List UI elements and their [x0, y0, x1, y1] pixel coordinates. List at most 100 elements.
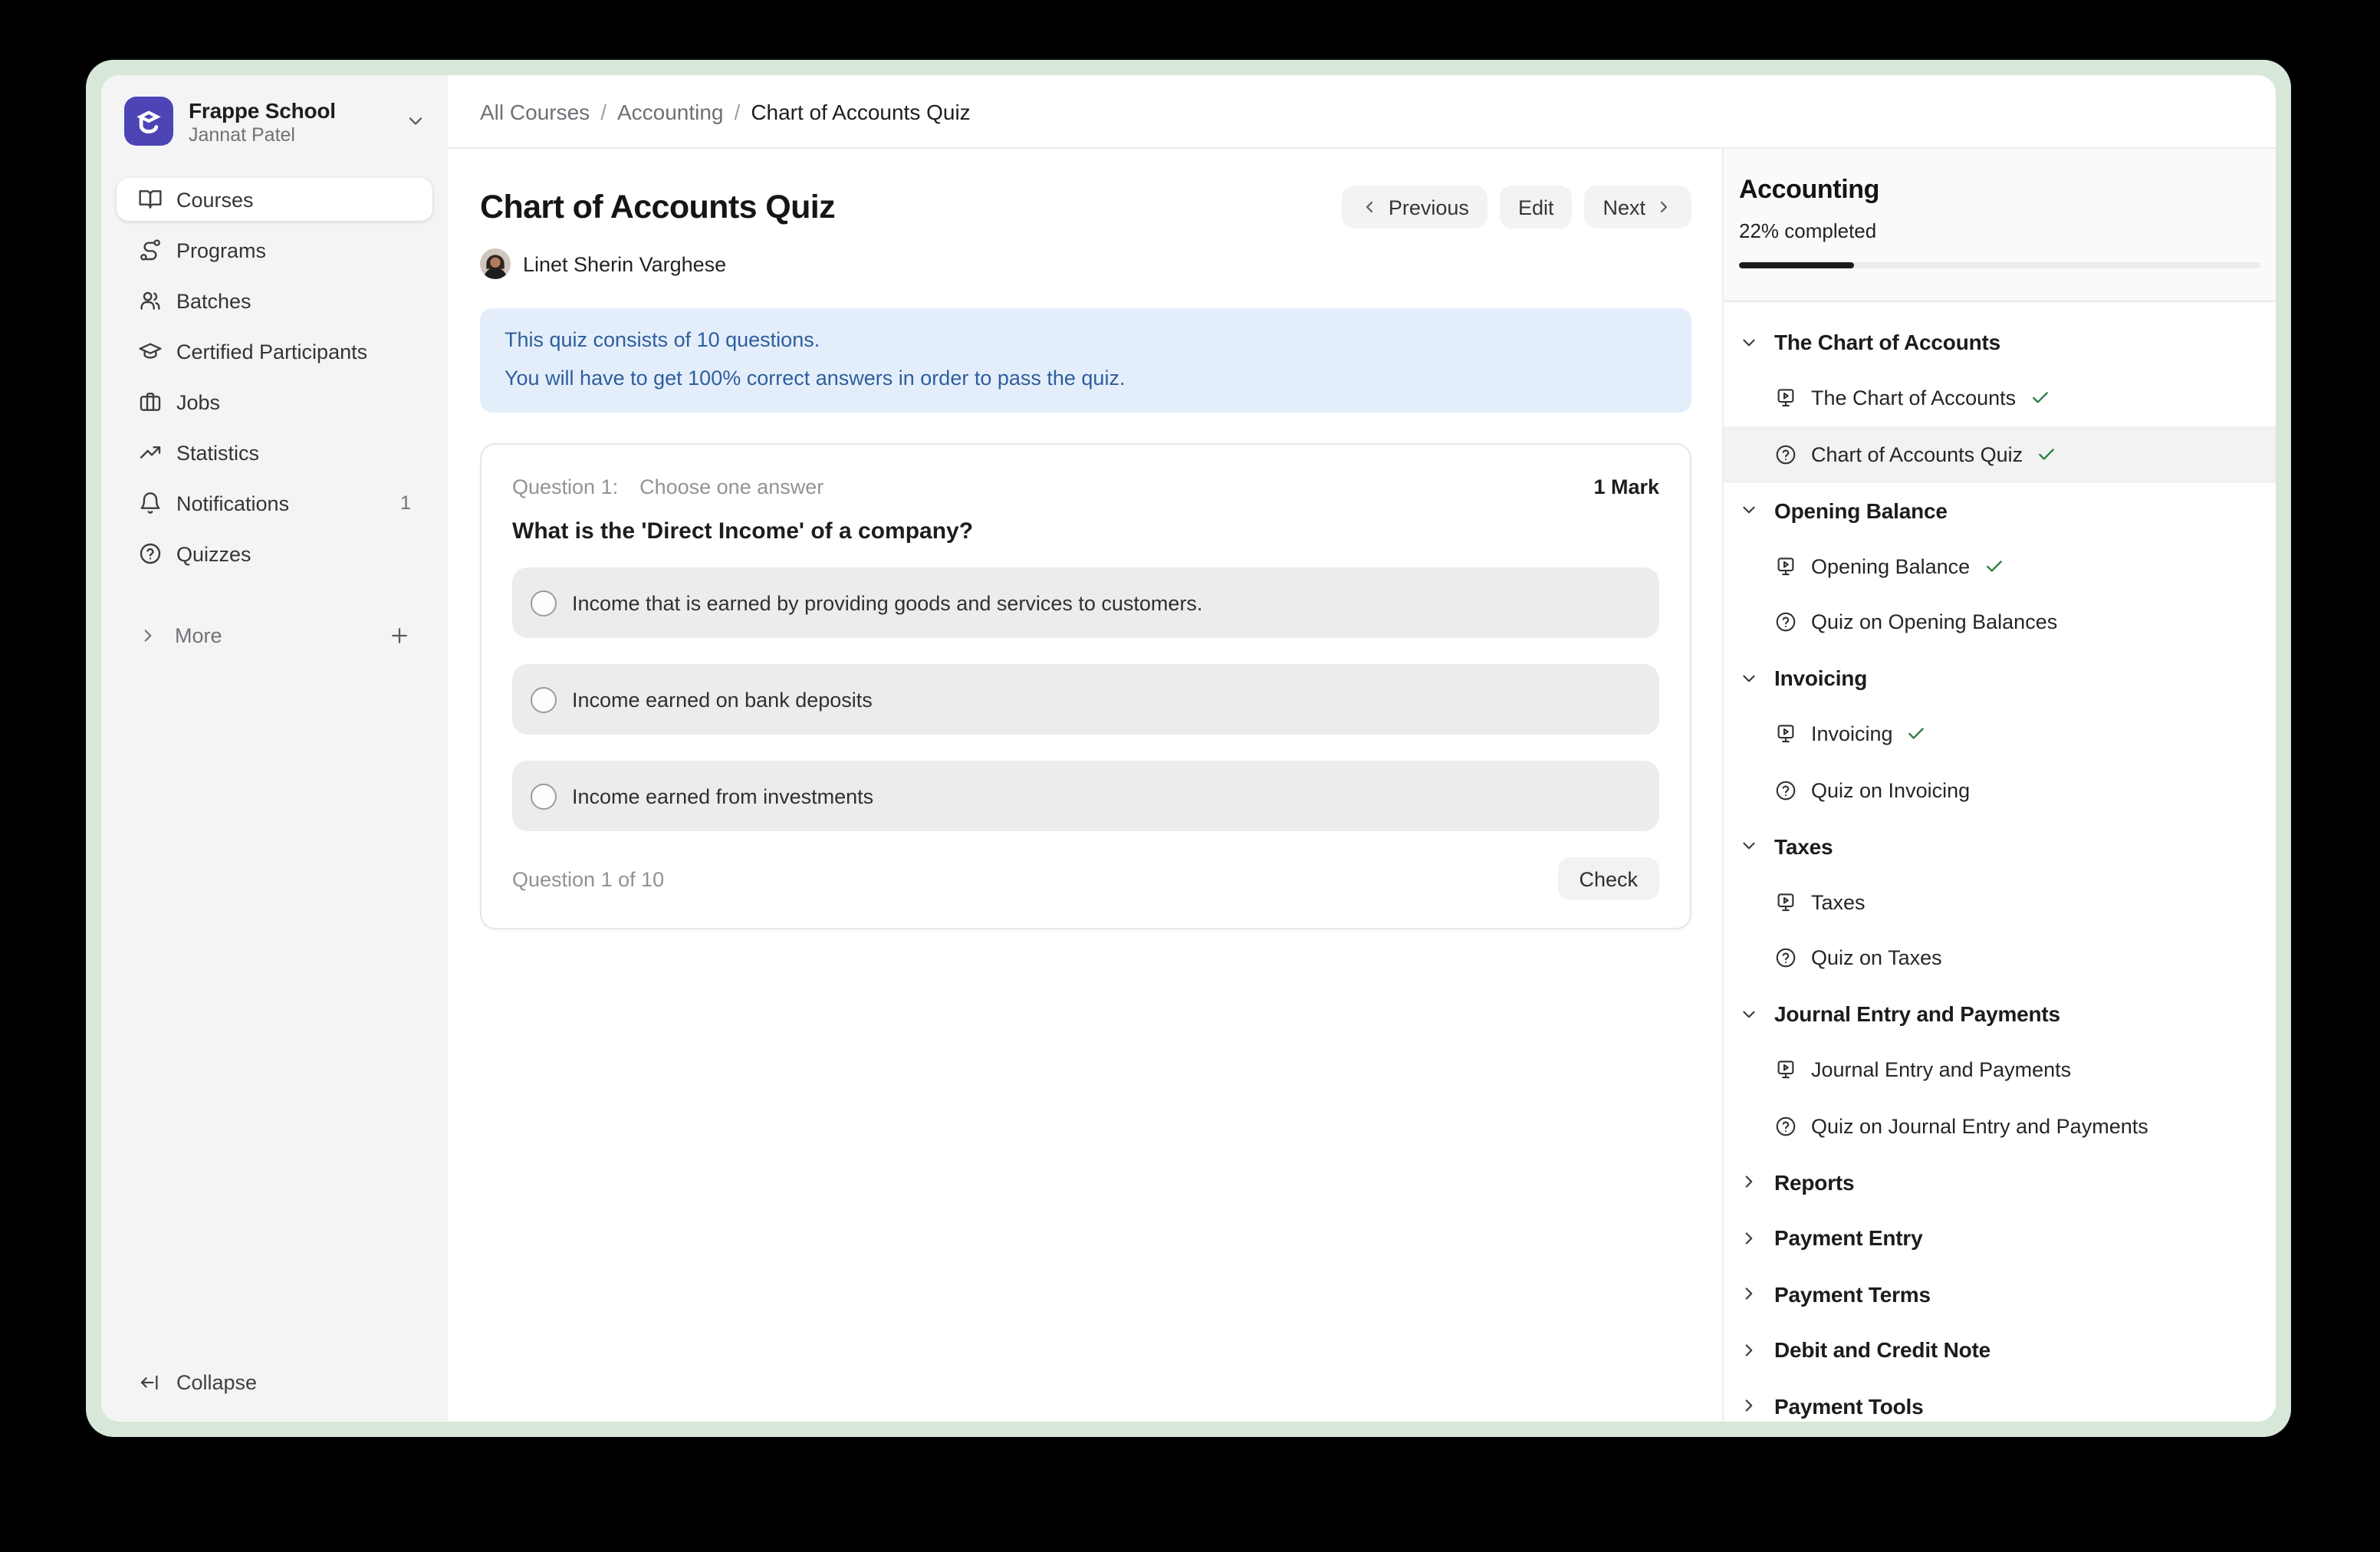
chevron-down-icon[interactable] — [405, 110, 426, 132]
sidebar-item-batches[interactable]: Batches — [117, 279, 432, 322]
outline-lesson[interactable]: Taxes — [1724, 874, 2276, 930]
course-title: Accounting — [1739, 175, 2260, 206]
answer-option-3[interactable]: Income earned from investments — [512, 761, 1659, 831]
sidebar-item-notifications[interactable]: Notifications 1 — [117, 482, 432, 524]
workspace-switcher[interactable]: Frappe School Jannat Patel — [101, 75, 448, 146]
sidebar-collapse[interactable]: Collapse — [101, 1371, 448, 1422]
question-marks: 1 Mark — [1593, 475, 1659, 498]
author-avatar — [480, 248, 511, 279]
graduation-cap-icon — [138, 339, 163, 363]
check-button[interactable]: Check — [1557, 857, 1659, 900]
edit-button[interactable]: Edit — [1500, 186, 1573, 229]
outline-lesson[interactable]: Opening Balance — [1724, 538, 2276, 594]
course-outline-header: Accounting 22% completed — [1724, 149, 2276, 302]
outline-section-payment-terms[interactable]: Payment Terms — [1724, 1266, 2276, 1322]
book-open-icon — [138, 187, 163, 212]
help-circle-icon — [138, 541, 163, 566]
plus-icon[interactable] — [388, 623, 411, 646]
screen: Frappe School Jannat Patel Courses Pro — [0, 0, 2380, 1552]
breadcrumb-current: Chart of Accounts Quiz — [751, 99, 970, 123]
outline-item-label: Quiz on Taxes — [1811, 947, 1942, 970]
breadcrumb-accounting[interactable]: Accounting — [617, 99, 724, 123]
answer-options: Income that is earned by providing goods… — [512, 567, 1659, 831]
outline-lesson[interactable]: Journal Entry and Payments — [1724, 1042, 2276, 1098]
quiz-icon — [1774, 779, 1797, 802]
chevron-right-icon — [1739, 1340, 1759, 1360]
edit-button-label: Edit — [1518, 196, 1554, 219]
chevron-down-icon — [1739, 669, 1759, 689]
outline-item-label: The Chart of Accounts — [1811, 387, 2016, 410]
frappe-school-logo — [124, 97, 173, 146]
radio-button[interactable] — [531, 783, 557, 809]
outline-quiz-current[interactable]: Chart of Accounts Quiz — [1724, 426, 2276, 482]
breadcrumb: All Courses / Accounting / Chart of Acco… — [448, 75, 2276, 149]
course-outline-list: The Chart of Accounts The Chart of Accou… — [1724, 302, 2276, 1422]
chevron-down-icon — [1739, 333, 1759, 353]
content-area: All Courses / Accounting / Chart of Acco… — [448, 75, 2276, 1422]
outline-section-invoicing[interactable]: Invoicing — [1724, 650, 2276, 706]
quiz-icon — [1774, 1115, 1797, 1138]
quiz-notice: This quiz consists of 10 questions. You … — [480, 308, 1691, 413]
outline-section-title: Payment Entry — [1774, 1226, 1922, 1251]
outline-lesson[interactable]: The Chart of Accounts — [1724, 370, 2276, 426]
sidebar-item-jobs[interactable]: Jobs — [117, 380, 432, 423]
outline-section-title: Journal Entry and Payments — [1774, 1002, 2060, 1027]
sidebar-item-label: Batches — [176, 289, 251, 312]
outline-section-debit-credit-note[interactable]: Debit and Credit Note — [1724, 1322, 2276, 1378]
chevron-right-icon — [1739, 1284, 1759, 1304]
chevron-down-icon — [1739, 501, 1759, 521]
question-progress: Question 1 of 10 — [512, 867, 664, 890]
outline-quiz[interactable]: Quiz on Taxes — [1724, 930, 2276, 986]
sidebar-item-courses[interactable]: Courses — [117, 178, 432, 221]
sidebar-item-label: Certified Participants — [176, 340, 367, 363]
chevron-down-icon — [1739, 837, 1759, 857]
next-button[interactable]: Next — [1584, 186, 1691, 229]
progress-fill — [1739, 262, 1854, 268]
outline-section-opening-balance[interactable]: Opening Balance — [1724, 482, 2276, 538]
sidebar-more[interactable]: More — [117, 613, 432, 656]
quiz-icon — [1774, 947, 1797, 970]
outline-item-label: Opening Balance — [1811, 555, 1970, 578]
outline-section-title: Taxes — [1774, 834, 1833, 859]
outline-section-reports[interactable]: Reports — [1724, 1154, 2276, 1210]
outline-quiz[interactable]: Quiz on Opening Balances — [1724, 594, 2276, 650]
outline-section-taxes[interactable]: Taxes — [1724, 818, 2276, 874]
sidebar-menu: Courses Programs Batches Cert — [101, 178, 448, 583]
check-icon — [2036, 445, 2056, 465]
breadcrumb-separator: / — [735, 99, 741, 123]
quiz-card: Question 1: Choose one answer 1 Mark Wha… — [480, 443, 1691, 929]
sidebar-item-certified-participants[interactable]: Certified Participants — [117, 330, 432, 373]
bell-icon — [138, 491, 163, 515]
sidebar: Frappe School Jannat Patel Courses Pro — [101, 75, 448, 1422]
question-text: What is the 'Direct Income' of a company… — [512, 518, 1659, 544]
quiz-page: Chart of Accounts Quiz Previous Edit — [448, 149, 1722, 1422]
outline-item-label: Chart of Accounts Quiz — [1811, 443, 2023, 466]
chevron-right-icon — [1739, 1396, 1759, 1416]
outline-section-payment-tools[interactable]: Payment Tools — [1724, 1378, 2276, 1422]
sidebar-item-programs[interactable]: Programs — [117, 229, 432, 271]
breadcrumb-all-courses[interactable]: All Courses — [480, 99, 590, 123]
sidebar-item-statistics[interactable]: Statistics — [117, 431, 432, 474]
outline-section-chart-of-accounts[interactable]: The Chart of Accounts — [1724, 314, 2276, 370]
chevron-down-icon — [1739, 1005, 1759, 1024]
outline-lesson[interactable]: Invoicing — [1724, 706, 2276, 762]
outline-item-label: Quiz on Journal Entry and Payments — [1811, 1115, 2148, 1138]
answer-option-1[interactable]: Income that is earned by providing goods… — [512, 567, 1659, 638]
app-window: Frappe School Jannat Patel Courses Pro — [101, 75, 2276, 1422]
outline-section-title: Reports — [1774, 1170, 1854, 1195]
outline-section-journal-entry[interactable]: Journal Entry and Payments — [1724, 986, 2276, 1042]
quiz-icon — [1774, 611, 1797, 634]
lesson-icon — [1774, 891, 1797, 914]
outline-section-title: Payment Terms — [1774, 1282, 1931, 1307]
radio-button[interactable] — [531, 590, 557, 616]
answer-option-2[interactable]: Income earned on bank deposits — [512, 664, 1659, 735]
outline-quiz[interactable]: Quiz on Journal Entry and Payments — [1724, 1098, 2276, 1154]
previous-button[interactable]: Previous — [1343, 186, 1488, 229]
sidebar-item-quizzes[interactable]: Quizzes — [117, 532, 432, 575]
outline-section-payment-entry[interactable]: Payment Entry — [1724, 1210, 2276, 1266]
check-icon — [1907, 725, 1927, 745]
outline-quiz[interactable]: Quiz on Invoicing — [1724, 762, 2276, 818]
radio-button[interactable] — [531, 686, 557, 712]
lesson-icon — [1774, 387, 1797, 410]
sidebar-collapse-label: Collapse — [176, 1371, 257, 1394]
